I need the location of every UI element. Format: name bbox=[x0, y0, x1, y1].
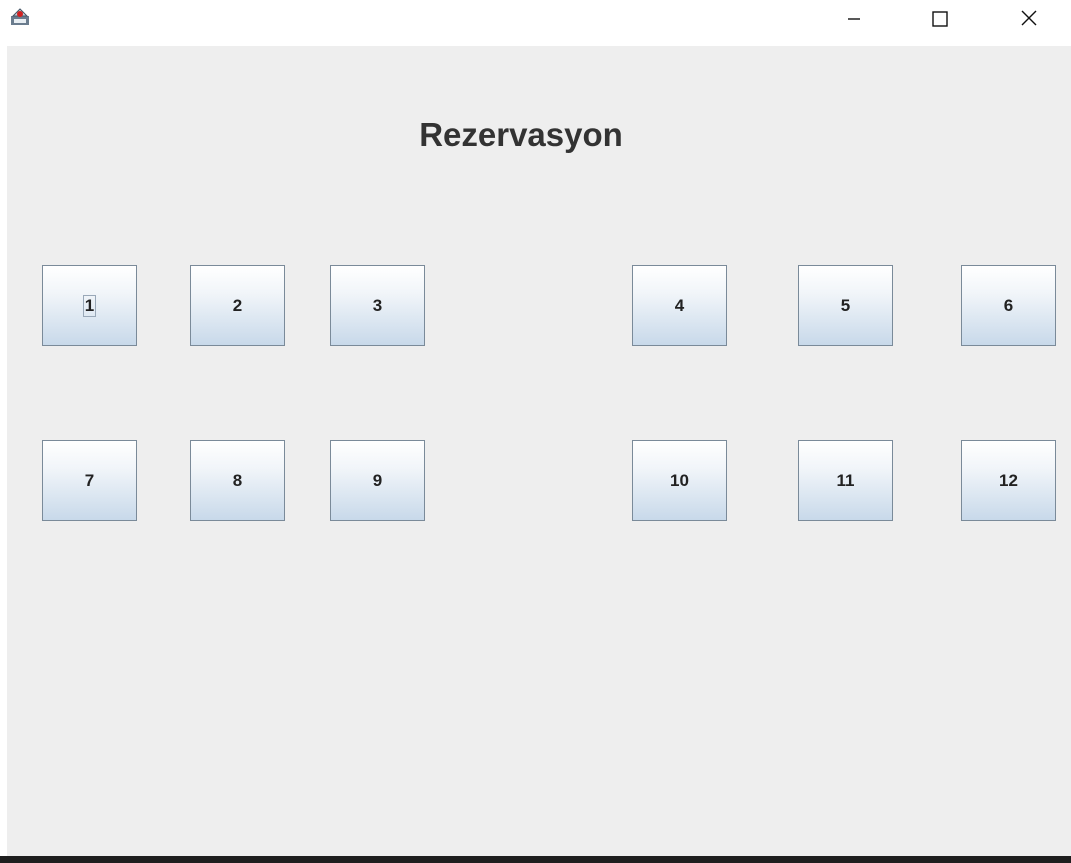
seat-button-7[interactable]: 7 bbox=[42, 440, 137, 521]
maximize-icon bbox=[932, 11, 948, 27]
seat-label: 5 bbox=[840, 295, 851, 315]
close-button[interactable] bbox=[1006, 0, 1052, 36]
seat-button-6[interactable]: 6 bbox=[961, 265, 1056, 346]
seat-label: 12 bbox=[999, 470, 1018, 490]
seat-label: 9 bbox=[372, 470, 383, 490]
title-bar[interactable] bbox=[0, 0, 1071, 46]
seat-button-9[interactable]: 9 bbox=[330, 440, 425, 521]
page-title: Rezervasyon bbox=[419, 116, 623, 153]
seat-label: 2 bbox=[232, 295, 243, 315]
content-panel: Rezervasyon 1 2 3 4 5 6 7 8 9 10 11 12 bbox=[7, 46, 1071, 856]
seat-button-1[interactable]: 1 bbox=[42, 265, 137, 346]
taskbar-edge bbox=[0, 856, 1071, 863]
seat-button-4[interactable]: 4 bbox=[632, 265, 727, 346]
app-window: Rezervasyon 1 2 3 4 5 6 7 8 9 10 11 12 bbox=[0, 0, 1071, 863]
seat-label: 11 bbox=[836, 470, 855, 490]
seat-button-12[interactable]: 12 bbox=[961, 440, 1056, 521]
seat-label: 8 bbox=[232, 470, 243, 490]
seat-label: 10 bbox=[670, 470, 689, 490]
close-icon bbox=[1021, 10, 1037, 26]
seat-button-10[interactable]: 10 bbox=[632, 440, 727, 521]
seat-label: 1 bbox=[82, 294, 97, 317]
minimize-button[interactable] bbox=[831, 0, 877, 36]
seat-label: 4 bbox=[674, 295, 685, 315]
seat-button-5[interactable]: 5 bbox=[798, 265, 893, 346]
minimize-icon bbox=[848, 18, 860, 20]
seat-button-2[interactable]: 2 bbox=[190, 265, 285, 346]
maximize-button[interactable] bbox=[916, 0, 962, 36]
seat-button-3[interactable]: 3 bbox=[330, 265, 425, 346]
seat-label: 6 bbox=[1003, 295, 1014, 315]
seat-label: 3 bbox=[372, 295, 383, 315]
seat-button-11[interactable]: 11 bbox=[798, 440, 893, 521]
seat-button-8[interactable]: 8 bbox=[190, 440, 285, 521]
app-icon bbox=[10, 7, 30, 27]
seat-label: 7 bbox=[84, 470, 95, 490]
